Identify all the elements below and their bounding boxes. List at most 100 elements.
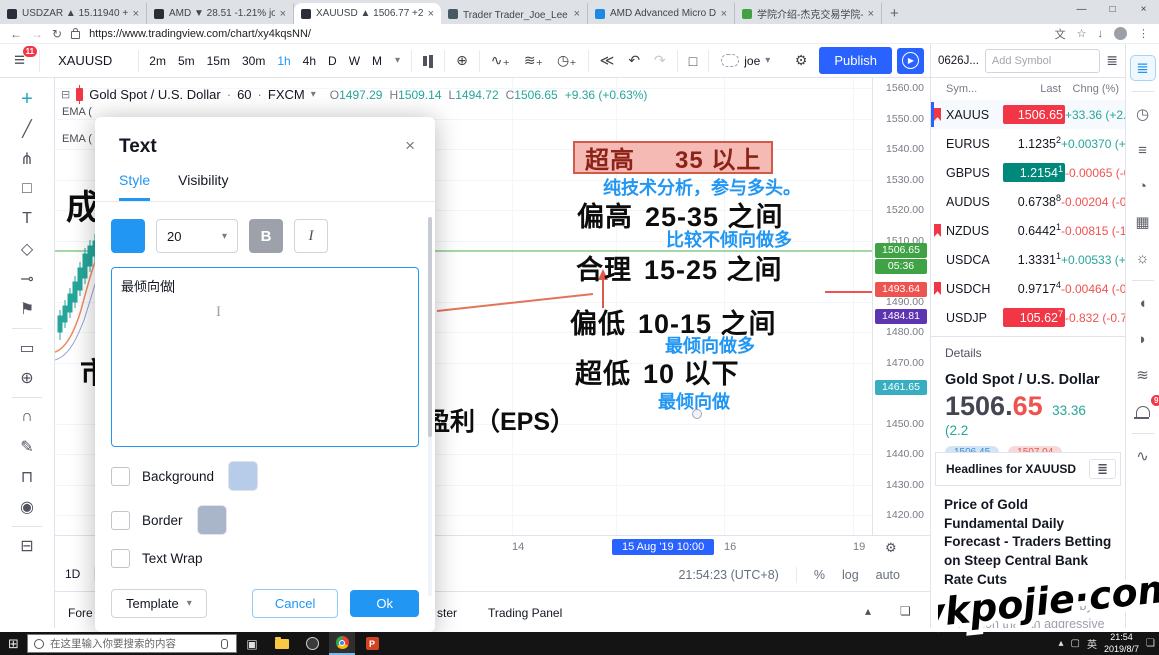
chart-symbol-title[interactable]: Gold Spot / U.S. Dollar — [89, 87, 221, 102]
headlines-header[interactable]: Headlines for XAUUSD ≣ — [935, 452, 1121, 486]
row-symbol[interactable]: USDCA — [946, 253, 1003, 267]
collapse-panel-icon[interactable]: ▴ — [865, 604, 871, 618]
cloud-save-button[interactable]: joe ▾ — [713, 54, 778, 68]
screener-tab[interactable]: Fore — [68, 606, 93, 620]
scrollbar-thumb[interactable] — [428, 217, 432, 437]
close-icon[interactable]: × — [1128, 0, 1159, 22]
legend-collapse-icon[interactable]: ⊟ — [61, 88, 70, 101]
percent-scale-button[interactable]: % — [814, 568, 825, 582]
alert-add-icon[interactable]: ◷₊ — [550, 52, 584, 69]
comment-icon[interactable]: ◗ — [1131, 327, 1155, 351]
chevron-down-icon[interactable]: ▾ — [311, 89, 316, 100]
flags-icon[interactable]: ⚑ — [10, 294, 44, 324]
tab-close-icon[interactable]: × — [721, 8, 727, 20]
timeframe-chevron-icon[interactable]: ▾ — [388, 55, 407, 66]
wave-icon[interactable]: ∿ — [1131, 444, 1155, 468]
tab-close-icon[interactable]: × — [133, 8, 139, 20]
eye-icon[interactable]: ◉ — [10, 492, 44, 522]
new-tab-button[interactable]: + — [890, 3, 899, 24]
column-last[interactable]: Last — [1003, 83, 1061, 95]
watchlist-row[interactable]: USDCA 1.33311 +0.00533 (+0.4 — [931, 245, 1125, 274]
browser-menu-icon[interactable]: ⋮ — [1138, 27, 1149, 40]
xabcd-pattern-icon[interactable]: ◇ — [10, 234, 44, 264]
translate-icon[interactable]: 文 — [1055, 26, 1066, 42]
annotation-text-input[interactable]: 最倾向做 I — [111, 267, 419, 447]
publish-button[interactable]: Publish — [819, 47, 892, 74]
ema-label[interactable]: EMA ( — [62, 106, 92, 118]
axis-gear-icon[interactable]: ⚙ — [885, 540, 897, 556]
watchlist-title[interactable]: 0626J... — [938, 55, 979, 67]
calendar-icon[interactable]: ▦ — [1131, 210, 1155, 234]
watchlist-row[interactable]: USDJP 105.627 -0.832 (-0.78 — [931, 303, 1125, 332]
minimize-icon[interactable]: — — [1066, 0, 1097, 22]
bold-button[interactable]: B — [249, 219, 283, 253]
back-icon[interactable]: ← — [10, 27, 22, 41]
bar-replay-icon[interactable]: ≪ — [593, 52, 622, 69]
symbol-search-button[interactable]: XAUUSD — [44, 53, 134, 68]
action-center-icon[interactable]: ❏ — [1146, 638, 1155, 649]
layout-select-icon[interactable]: □ — [682, 53, 704, 69]
obs-icon[interactable] — [299, 632, 325, 655]
drawing-lock-icon[interactable]: ✎ — [10, 432, 44, 462]
bookmark-star-icon[interactable]: ☆ — [1077, 27, 1087, 40]
magnet-icon[interactable]: ∩ — [10, 402, 44, 432]
indicators-icon[interactable]: ∿₊ — [484, 52, 517, 69]
row-symbol[interactable]: USDCH — [946, 282, 1003, 296]
alerts-icon[interactable]: ◷ — [1131, 102, 1155, 126]
annotation-row[interactable]: 合理 15-25 之间 — [576, 248, 783, 287]
tab-close-icon[interactable]: × — [280, 8, 286, 20]
chart-style-icon[interactable] — [416, 54, 440, 68]
timeframe-button[interactable]: 30m — [236, 54, 271, 68]
timeframe-button[interactable]: D — [322, 54, 343, 68]
range-1d-button[interactable]: 1D — [65, 567, 95, 581]
timeframe-button[interactable]: W — [343, 54, 366, 68]
redo-icon[interactable]: ↷ — [647, 52, 673, 69]
font-size-select[interactable]: 20 ▾ — [156, 219, 238, 253]
tab-close-icon[interactable]: × — [868, 8, 874, 20]
headlines-menu-icon[interactable]: ≣ — [1089, 459, 1116, 479]
start-menu-icon[interactable]: ⊞ — [0, 636, 27, 652]
dialog-tab[interactable]: Visibility — [178, 172, 228, 201]
gear-icon[interactable]: ⚙ — [788, 52, 815, 69]
zoom-in-icon[interactable]: ⊕ — [10, 363, 44, 393]
annotation-row-boxed[interactable]: 超高 35 以上 — [573, 141, 773, 174]
price-scale[interactable]: 1560.001550.001540.001530.001520.001510.… — [872, 78, 930, 535]
undo-icon[interactable]: ↶ — [621, 52, 647, 69]
tab-close-icon[interactable]: × — [428, 8, 434, 20]
timeframe-button[interactable]: 5m — [172, 54, 201, 68]
details-header[interactable]: Details — [931, 336, 1125, 365]
watchlist-row[interactable]: XAUUS 1506.65 +33.36 (+2.26 — [931, 100, 1125, 129]
panel-window-icon[interactable]: ❏ — [900, 604, 911, 618]
timeframe-button[interactable]: 2m — [143, 54, 172, 68]
watchlist-row[interactable]: NZDUS 0.64421 -0.00815 (-1.2 — [931, 216, 1125, 245]
annotation-handle[interactable] — [692, 409, 702, 419]
tab-close-icon[interactable]: × — [574, 8, 580, 20]
chrome-icon[interactable] — [329, 632, 355, 655]
log-scale-button[interactable]: log — [842, 568, 859, 582]
watchlist-menu-icon[interactable]: ≣ — [1106, 52, 1118, 69]
row-symbol[interactable]: EURUS — [946, 137, 1003, 151]
main-menu-icon[interactable]: ≡11 — [4, 50, 35, 72]
cancel-button[interactable]: Cancel — [252, 589, 338, 618]
browser-tab[interactable]: XAUUSD ▲ 1506.77 +2.27% j × — [294, 3, 441, 24]
ime-indicator[interactable]: 英 — [1087, 636, 1097, 651]
browser-tab[interactable]: AMD Advanced Micro Device × — [588, 3, 735, 24]
reload-icon[interactable]: ↻ — [52, 27, 62, 41]
italic-button[interactable]: I — [294, 219, 328, 253]
browser-tab[interactable]: AMD ▼ 28.51 -1.21% joe × — [147, 3, 294, 24]
row-symbol[interactable]: AUDUS — [946, 195, 1003, 209]
taskbar-clock[interactable]: 21:54 2019/8/7 — [1104, 632, 1139, 655]
browser-tab[interactable]: Trader Trader_Joe_Lee — 交易 × — [441, 3, 588, 24]
taskbar-search[interactable]: 在这里输入你要搜索的内容 — [27, 634, 237, 653]
browser-tab[interactable]: USDZAR ▲ 15.11940 +1.32% × — [0, 3, 147, 24]
trash-icon[interactable]: ⊟ — [10, 531, 44, 561]
trading-panel-tab[interactable]: Trading Panel — [488, 606, 562, 620]
hotlists-icon[interactable]: ◔ — [1131, 174, 1155, 198]
ok-button[interactable]: Ok — [350, 590, 419, 617]
watchlist-row[interactable]: USDCH 0.97174 -0.00464 (-0.4 — [931, 274, 1125, 303]
shapes-icon[interactable]: □ — [10, 174, 44, 204]
download-icon[interactable]: ↓ — [1098, 28, 1104, 40]
chats-icon[interactable]: ◖ — [1131, 291, 1155, 315]
text-wrap-checkbox[interactable] — [111, 549, 130, 568]
restore-icon[interactable]: □ — [1097, 0, 1128, 22]
